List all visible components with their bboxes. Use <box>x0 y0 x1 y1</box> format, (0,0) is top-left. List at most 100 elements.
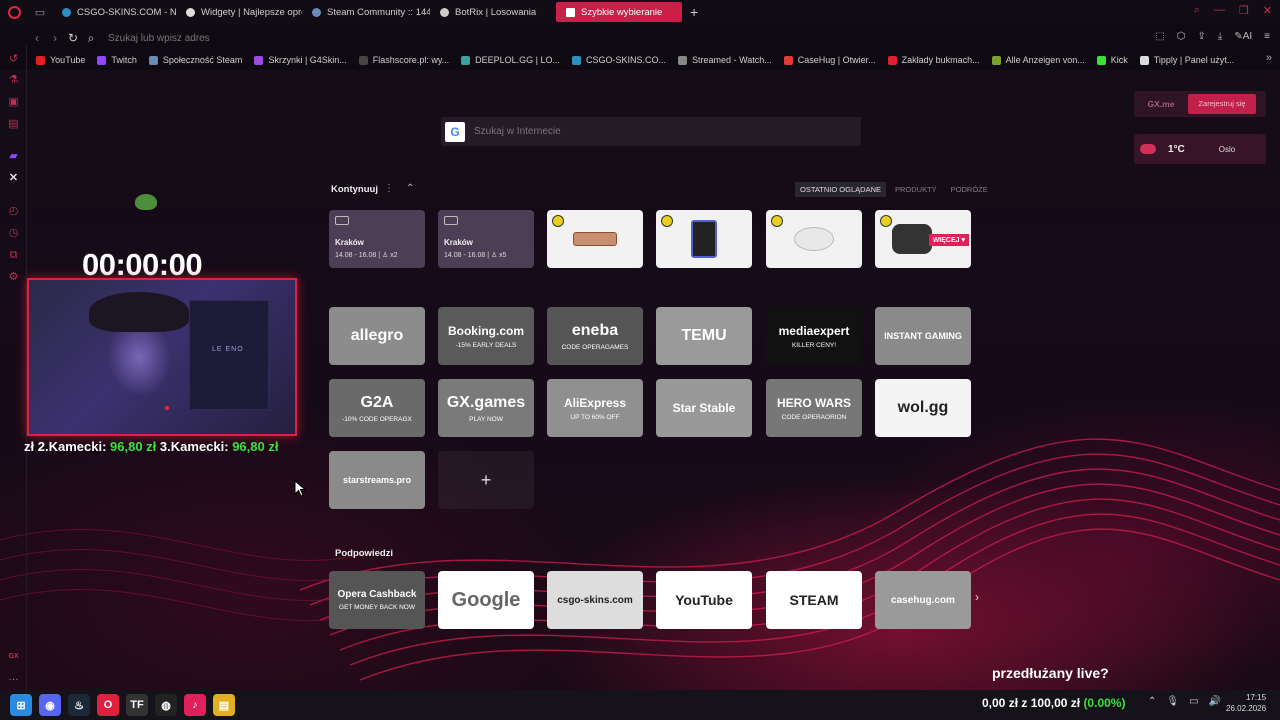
tray-expand-icon[interactable]: ⌃ <box>1148 696 1156 707</box>
clock-icon[interactable]: ◴ <box>7 205 20 218</box>
tab-csgo-skins[interactable]: CSGO-SKINS.COM - Najle <box>52 2 176 22</box>
suggestion-tile[interactable]: YouTube <box>656 571 752 629</box>
new-tab-button[interactable]: + <box>682 4 706 20</box>
bookmarks-more-icon[interactable]: » <box>1266 52 1272 64</box>
tab-recently-viewed[interactable]: OSTATNIO OGLĄDANE <box>795 182 886 197</box>
bookmark-item[interactable]: Kick <box>1091 55 1134 65</box>
suggestion-tile[interactable]: Opera Cashback GET MONEY BACK NOW <box>329 571 425 629</box>
web-search-input[interactable] <box>474 126 834 137</box>
speed-dial-tile[interactable]: AliExpress UP TO 60% OFF <box>547 379 643 437</box>
taskbar-tf-icon[interactable]: TF <box>126 694 148 716</box>
tab-steam-community[interactable]: Steam Community :: 144 f <box>302 2 430 22</box>
tab-speed-dial[interactable]: Szybkie wybieranie <box>556 2 682 22</box>
speed-dial-tile[interactable]: HERO WARS CODE OPERAORION <box>766 379 862 437</box>
system-clock[interactable]: 17:15 26.02.2026 <box>1226 692 1266 714</box>
forward-icon[interactable]: › <box>46 31 64 45</box>
bookmark-item[interactable]: YouTube <box>30 55 91 65</box>
aria-ai-button[interactable]: ✎AI <box>1234 31 1252 42</box>
speed-dial-tile[interactable]: mediaexpert KILLER CENY! <box>766 307 862 365</box>
speed-dial-tile[interactable]: INSTANT GAMING <box>875 307 971 365</box>
display-icon[interactable]: ▭ <box>1189 696 1198 707</box>
download-icon[interactable]: ⤓ <box>1218 31 1222 42</box>
tab-botrix[interactable]: BotRix | Losowania <box>430 2 556 22</box>
taskbar-steam-icon[interactable]: ♨ <box>68 694 90 716</box>
speed-dial-tile[interactable]: Booking.com -15% EARLY DEALS <box>438 307 534 365</box>
volume-icon[interactable]: 🔊 <box>1209 696 1221 707</box>
gx-me-link[interactable]: GX.me <box>1134 99 1188 109</box>
suggestion-tile[interactable]: Google <box>438 571 534 629</box>
bookmark-item[interactable]: Społeczność Steam <box>143 55 249 65</box>
suggestion-tile[interactable]: csgo-skins.com <box>547 571 643 629</box>
settings-icon[interactable]: ⚙ <box>7 271 20 284</box>
bookmark-item[interactable]: Alle Anzeigen von... <box>986 55 1091 65</box>
history-rewind-icon[interactable]: ↺ <box>7 53 20 66</box>
history-icon[interactable]: ◷ <box>7 227 20 240</box>
address-input[interactable] <box>108 32 708 44</box>
speed-dial-tile[interactable]: GX.games PLAY NOW <box>438 379 534 437</box>
back-icon[interactable]: ‹ <box>28 31 46 45</box>
share-icon[interactable]: ⇪ <box>1198 31 1206 42</box>
microphone-icon[interactable]: 🎙 <box>1166 696 1179 707</box>
speed-dial-tile[interactable]: eneba CODE OPERAGAMES <box>547 307 643 365</box>
extensions-sidebar-icon[interactable]: ⧉ <box>7 249 20 262</box>
gx-control-icon[interactable]: ⚗ <box>7 74 20 87</box>
speed-dial-tile[interactable]: Star Stable <box>656 379 752 437</box>
product-card-webcam[interactable]: WIĘCEJ ▾ <box>875 210 971 268</box>
menu-icon[interactable]: ≡ <box>1264 31 1270 42</box>
product-card-mouse[interactable] <box>766 210 862 268</box>
wall-poster: LE ENO <box>189 300 269 410</box>
speed-dial-tile[interactable]: allegro <box>329 307 425 365</box>
weather-widget[interactable]: 1°C Oslo <box>1134 134 1266 164</box>
taskbar-obs-icon[interactable]: ◍ <box>155 694 177 716</box>
snapshot-icon[interactable]: ⬚ <box>1155 31 1164 42</box>
bookmark-item[interactable]: Twitch <box>91 55 143 65</box>
opera-logo-icon[interactable] <box>0 5 28 19</box>
bookmark-item[interactable]: CSGO-SKINS.CO... <box>566 55 672 65</box>
speed-dial-tile[interactable]: TEMU <box>656 307 752 365</box>
taskbar-files-icon[interactable]: ▤ <box>213 694 235 716</box>
player-icon[interactable]: ▣ <box>7 96 20 109</box>
bookmark-item[interactable]: Zakłady bukmach... <box>882 55 986 65</box>
product-card-pc-case[interactable] <box>656 210 752 268</box>
speed-dial-tile[interactable]: G2A -10% CODE OPERAGX <box>329 379 425 437</box>
add-speed-dial-button[interactable]: + <box>438 451 534 509</box>
register-button[interactable]: Zarejestruj się <box>1188 94 1256 114</box>
gx-icon[interactable]: GX <box>7 650 20 663</box>
bookmark-item[interactable]: Flashscore.pl: wy... <box>353 55 455 65</box>
taskbar-windows-icon[interactable]: ⊞ <box>10 694 32 716</box>
close-icon[interactable]: ✕ <box>1263 4 1272 17</box>
hotel-card[interactable]: Kraków 14.08 - 16.08 | ♙ x2 <box>329 210 425 268</box>
extensions-icon[interactable]: ⬡ <box>1177 31 1186 42</box>
taskbar-discord-icon[interactable]: ◉ <box>39 694 61 716</box>
taskbar-tiktok-icon[interactable]: ♪ <box>184 694 206 716</box>
suggestion-tile[interactable]: STEAM <box>766 571 862 629</box>
tab-travel[interactable]: PODRÓŻE <box>946 182 993 197</box>
taskbar-opera-gx-icon[interactable]: O <box>97 694 119 716</box>
more-icon[interactable]: … <box>7 671 20 684</box>
x-twitter-icon[interactable]: ✕ <box>7 172 20 185</box>
bookmark-item[interactable]: Tipply | Panel użyt... <box>1134 55 1241 65</box>
tab-widgety[interactable]: Widgety | Najlepsze oprog <box>176 2 302 22</box>
hotel-card[interactable]: Kraków 14.08 - 16.08 | ♙ x5 <box>438 210 534 268</box>
speed-dial-tile[interactable]: starstreams.pro <box>329 451 425 509</box>
twitch-icon[interactable]: ▰ <box>7 150 20 163</box>
product-card-keyboard[interactable] <box>547 210 643 268</box>
product-play-icon <box>661 215 673 227</box>
speed-dial-tile[interactable]: wol.gg <box>875 379 971 437</box>
bookmark-item[interactable]: DEEPLOL.GG | LO... <box>455 55 566 65</box>
minimize-icon[interactable]: — <box>1214 4 1225 17</box>
more-button[interactable]: WIĘCEJ ▾ <box>928 234 969 246</box>
tab-islands-icon[interactable]: ▭ <box>28 6 52 19</box>
tab-products[interactable]: PRODUKTY <box>890 182 942 197</box>
reload-icon[interactable]: ↻ <box>64 31 82 45</box>
collapse-icon[interactable]: ⌃ <box>406 183 414 194</box>
search-tabs-icon[interactable]: ⌕ <box>1194 4 1200 17</box>
news-icon[interactable]: ▤ <box>7 118 20 131</box>
bookmark-item[interactable]: Skrzynki | G4Skin... <box>248 55 352 65</box>
bookmark-item[interactable]: Streamed - Watch... <box>672 55 778 65</box>
bookmark-item[interactable]: CaseHug | Otwier... <box>778 55 882 65</box>
suggestion-tile[interactable]: casehug.com <box>875 571 971 629</box>
suggestions-next-icon[interactable]: › <box>975 590 979 604</box>
maximize-icon[interactable]: ❐ <box>1239 4 1249 17</box>
continue-options-icon[interactable]: ⋮ <box>384 183 394 194</box>
